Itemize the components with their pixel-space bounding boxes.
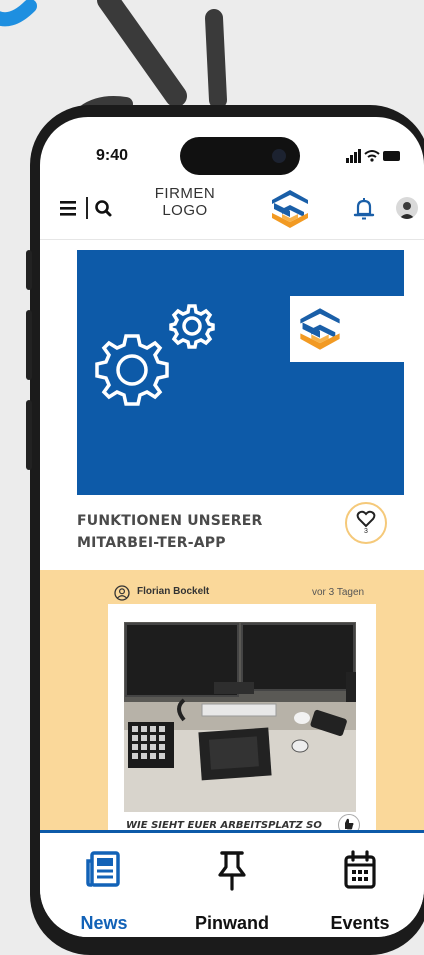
article-hero-image[interactable] — [77, 250, 404, 495]
bottom-navigation: News Pinwand Events — [40, 830, 424, 937]
status-bar: 9:40 — [40, 117, 424, 187]
status-time: 9:40 — [96, 147, 129, 164]
article-title[interactable]: FUNKTIONEN UNSERER MITARBEI-TER-APP — [77, 510, 337, 554]
phone-screen: 9:40 FIRMEN LOGO FUNKTIONEN UNSERER MITA… — [40, 117, 424, 937]
post-author[interactable]: Florian Bockelt — [137, 586, 209, 597]
logo-line-2: LOGO — [162, 202, 208, 219]
nav-item-pinwand[interactable]: Pinwand — [168, 833, 296, 937]
logo-line-1: FIRMEN — [154, 185, 216, 202]
bell-icon[interactable] — [353, 197, 375, 221]
nav-label-events: Events — [330, 913, 390, 933]
news-feed[interactable]: FUNKTIONEN UNSERER MITARBEI-TER-APP 3 Fl… — [40, 240, 424, 830]
nav-label-news: News — [80, 913, 128, 933]
pin-icon — [218, 851, 246, 891]
like-button[interactable]: 3 — [345, 502, 387, 544]
company-logo-text: FIRMEN LOGO — [140, 185, 230, 219]
search-icon[interactable] — [92, 197, 114, 219]
user-icon — [114, 585, 130, 601]
menu-icon[interactable] — [60, 197, 78, 219]
post-card[interactable]: WIE SIEHT EUER ARBEITSPLATZ SO AUS? POST… — [108, 604, 376, 830]
calendar-icon — [344, 850, 376, 889]
post-timestamp: vor 3 Tagen — [312, 587, 365, 598]
phone-side-button — [26, 250, 32, 290]
phone-side-button — [26, 400, 32, 470]
thumbs-up-icon: 42 — [345, 818, 354, 830]
brand-logo-icon — [300, 308, 340, 350]
nav-item-events[interactable]: Events — [296, 833, 424, 937]
brand-logo-icon[interactable] — [268, 187, 312, 231]
wifi-icon — [364, 150, 380, 155]
hero-logo-box — [290, 296, 404, 362]
newspaper-icon — [86, 851, 120, 887]
nav-label-pinwand: Pinwand — [194, 913, 269, 933]
nav-item-news[interactable]: News — [40, 833, 168, 937]
heart-icon — [356, 510, 376, 528]
status-icons — [346, 149, 400, 163]
post-photo[interactable] — [124, 622, 356, 812]
gears-icon — [95, 304, 215, 406]
battery-icon — [383, 151, 400, 161]
pinwand-post: Florian Bockelt vor 3 Tagen WIE SIEHT EU… — [40, 570, 424, 830]
phone-side-button — [26, 310, 32, 380]
post-caption[interactable]: WIE SIEHT EUER ARBEITSPLATZ SO AUS? POST… — [126, 819, 336, 830]
post-like-button[interactable]: 42 — [338, 814, 360, 830]
app-header: FIRMEN LOGO — [40, 179, 424, 240]
avatar[interactable] — [396, 197, 418, 219]
signal-icon — [346, 158, 349, 163]
dynamic-island — [180, 137, 300, 175]
header-divider — [86, 197, 88, 219]
like-count: 3 — [364, 528, 368, 535]
